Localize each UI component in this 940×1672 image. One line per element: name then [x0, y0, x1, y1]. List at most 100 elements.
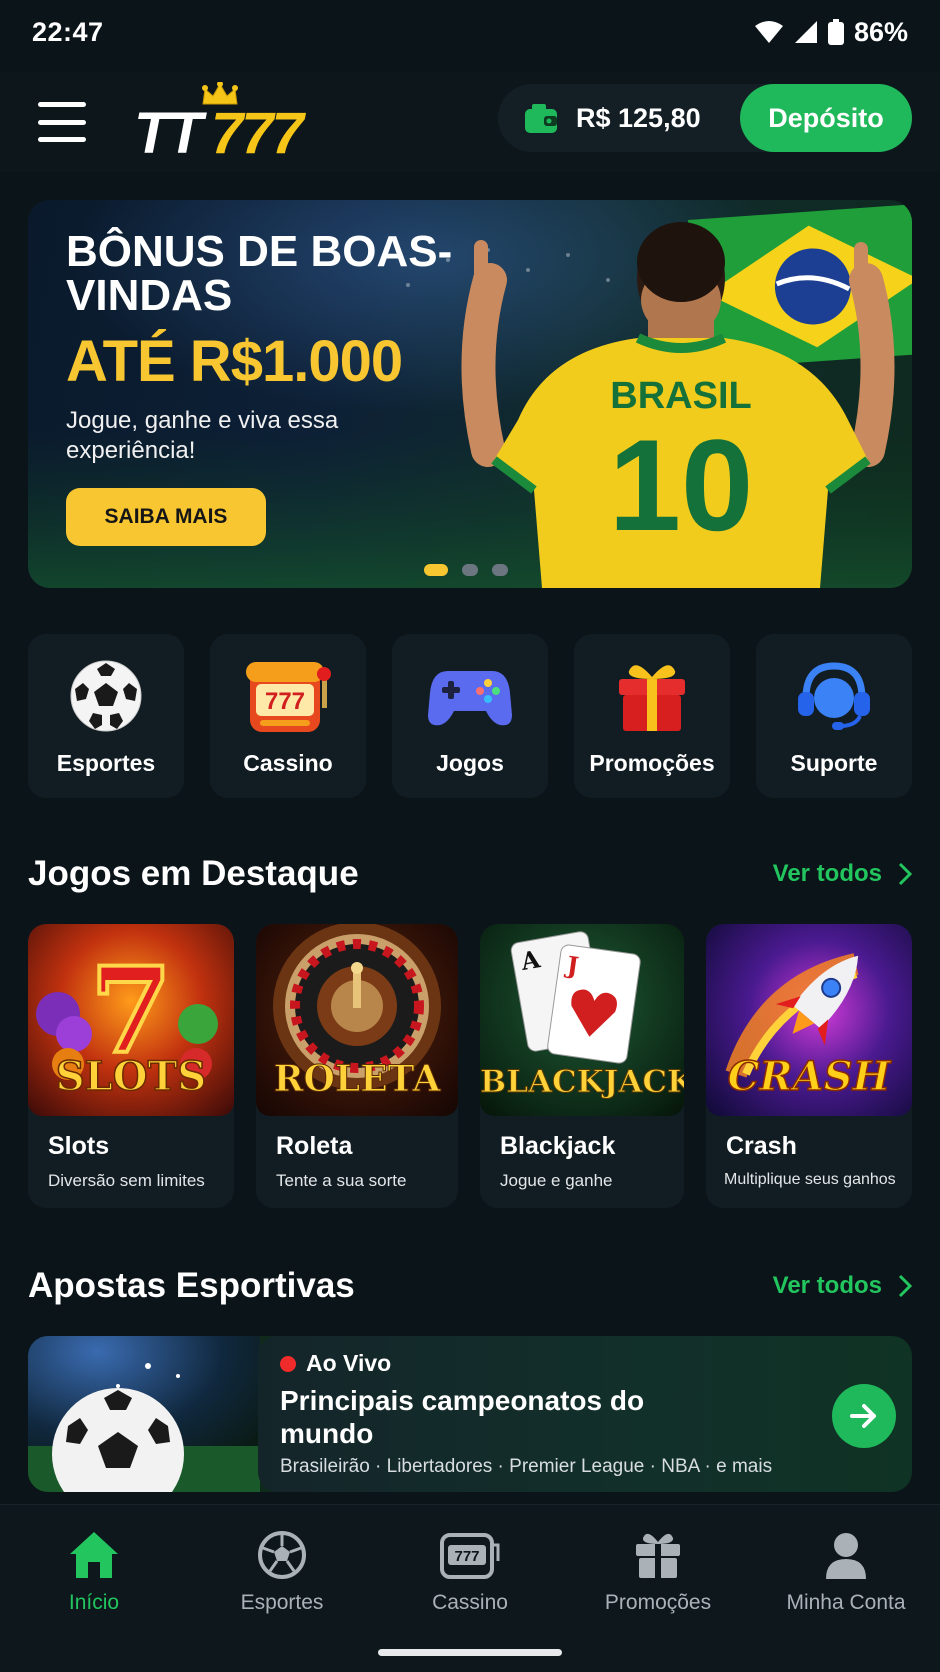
sports-betting-header: Apostas Esportivas Ver todos [28, 1266, 912, 1306]
wallet-icon [525, 104, 557, 133]
nav-label: Esportes [240, 1591, 324, 1614]
game-card-slots[interactable]: 7 SLOTS Slots Diversão sem limites [28, 924, 234, 1208]
learn-more-button[interactable]: SAIBA MAIS [66, 488, 266, 546]
status-bar: 22:47 86% [0, 0, 940, 64]
chevron-right-icon [898, 1274, 912, 1298]
deposit-button[interactable]: Depósito [740, 84, 912, 152]
carousel-dot[interactable] [424, 564, 448, 576]
nav-label: Cassino [432, 1591, 508, 1614]
nav-account[interactable]: Minha Conta [752, 1505, 940, 1621]
headset-icon [798, 662, 870, 730]
game-card-crash[interactable]: CRASH Crash Multiplique seus ganhos [706, 924, 912, 1208]
svg-text:777: 777 [265, 688, 305, 715]
game-name: Crash [726, 1132, 797, 1160]
menu-line [38, 119, 86, 125]
nav-label: Promoções [604, 1591, 712, 1614]
wallet-balance-pill[interactable]: R$ 125,80 Depósito [498, 84, 912, 152]
sports-see-all-link[interactable]: Ver todos [773, 1272, 912, 1300]
menu-line [38, 102, 86, 107]
open-sports-button[interactable] [832, 1384, 896, 1448]
live-sports-card[interactable]: Ao Vivo Principais campeonatos do mundo … [28, 1336, 912, 1492]
live-sports-info: Ao Vivo Principais campeonatos do mundo … [258, 1336, 912, 1492]
game-thumbnail: ROLETA [256, 924, 458, 1116]
game-thumb-label: SLOTS [55, 1052, 207, 1101]
slot-machine-icon: 777 [440, 1533, 500, 1579]
battery-level: 86% [853, 16, 908, 47]
chevron-right-icon [898, 862, 912, 886]
game-card-blackjack[interactable]: A J BLACKJACK Blackjack Jogue e ganhe [480, 924, 684, 1208]
sports-betting-title: Apostas Esportivas [28, 1266, 355, 1305]
category-games[interactable]: Jogos [392, 634, 548, 798]
wifi-icon [754, 21, 783, 43]
category-support[interactable]: Suporte [756, 634, 912, 798]
logo-text-777: 777 [211, 101, 304, 166]
game-name: Slots [48, 1132, 110, 1160]
app-header: TT 777 R$ 125,80 Depósito [0, 72, 940, 172]
soccer-ball-icon [258, 1531, 306, 1579]
nav-label: Início [68, 1591, 120, 1614]
nav-label: Minha Conta [786, 1591, 906, 1614]
arrow-right-icon [850, 1404, 876, 1428]
soccer-ball-icon [70, 660, 142, 732]
category-label: Cassino [243, 750, 333, 776]
game-thumb-label: CRASH [727, 1052, 891, 1101]
category-shortcuts: Esportes 777 Cassino Jogos Promoções Sup… [28, 634, 912, 798]
sports-card-title: Principais campeonatos do mundo [280, 1385, 645, 1449]
nav-casino[interactable]: 777 Cassino [376, 1505, 564, 1621]
see-all-label: Ver todos [772, 860, 882, 887]
live-label: Ao Vivo [306, 1350, 392, 1376]
wallet-balance: R$ 125,80 [576, 102, 701, 133]
bottom-navigation: Início Esportes 777 Cassino Promoções Mi… [0, 1504, 940, 1672]
game-thumbnail: 7 SLOTS [28, 924, 234, 1116]
gamepad-icon [428, 671, 512, 726]
category-label: Esportes [56, 750, 156, 776]
game-description: Diversão sem limites [48, 1171, 205, 1190]
game-description: Jogue e ganhe [500, 1171, 613, 1190]
game-card-roulette[interactable]: ROLETA Roleta Tente a sua sorte [256, 924, 458, 1208]
game-thumbnail: CRASH [706, 924, 912, 1116]
carousel-dot[interactable] [462, 564, 478, 576]
gift-icon [636, 1533, 680, 1578]
user-icon [826, 1533, 866, 1579]
category-label: Suporte [790, 750, 878, 776]
home-icon [70, 1532, 118, 1578]
live-badge: Ao Vivo [280, 1350, 391, 1377]
featured-games-title: Jogos em Destaque [28, 854, 359, 893]
carousel-dot[interactable] [492, 564, 508, 576]
category-label: Promoções [589, 750, 715, 776]
category-label: Jogos [436, 750, 504, 776]
slot-machine-icon: 777 [246, 662, 331, 732]
nav-sports[interactable]: Esportes [188, 1505, 376, 1621]
status-icons: 86% [754, 17, 908, 48]
status-time: 22:47 [32, 16, 104, 47]
category-sports[interactable]: Esportes [28, 634, 184, 798]
featured-games-header: Jogos em Destaque Ver todos [28, 854, 912, 894]
see-all-label: Ver todos [772, 1272, 882, 1299]
nav-promotions[interactable]: Promoções [564, 1505, 752, 1621]
game-name: Roleta [276, 1132, 353, 1160]
gift-icon [619, 665, 685, 731]
signal-icon [794, 21, 817, 43]
game-thumb-label: ROLETA [273, 1058, 441, 1101]
banner-amount: ATÉ R$1.000 [66, 329, 403, 394]
banner-subtitle: Jogue, ganhe e viva essa experiência! [66, 407, 339, 464]
featured-see-all-link[interactable]: Ver todos [773, 860, 912, 888]
category-casino[interactable]: 777 Cassino [210, 634, 366, 798]
game-thumb-label: BLACKJACK [480, 1064, 684, 1101]
gesture-home-indicator[interactable] [378, 1649, 562, 1656]
carousel-dots [424, 564, 508, 576]
game-thumbnail: A J BLACKJACK [480, 924, 684, 1116]
game-name: Blackjack [500, 1132, 616, 1160]
menu-button[interactable] [38, 102, 86, 142]
promo-banner[interactable]: BÔNUS DE BOAS-VINDAS ATÉ R$1.000 Jogue, … [28, 200, 912, 588]
battery-icon [827, 19, 844, 45]
featured-games-list: 7 SLOTS Slots Diversão sem limites ROLET… [28, 924, 912, 1208]
game-description: Tente a sua sorte [276, 1171, 407, 1190]
banner-title: BÔNUS DE BOAS-VINDAS [66, 227, 453, 320]
menu-line [38, 137, 86, 142]
football-player-illustration: BRASIL 10 [461, 222, 895, 588]
nav-home[interactable]: Início [0, 1505, 188, 1621]
svg-text:777: 777 [454, 1548, 479, 1565]
category-promotions[interactable]: Promoções [574, 634, 730, 798]
brand-logo[interactable]: TT 777 [134, 82, 324, 166]
